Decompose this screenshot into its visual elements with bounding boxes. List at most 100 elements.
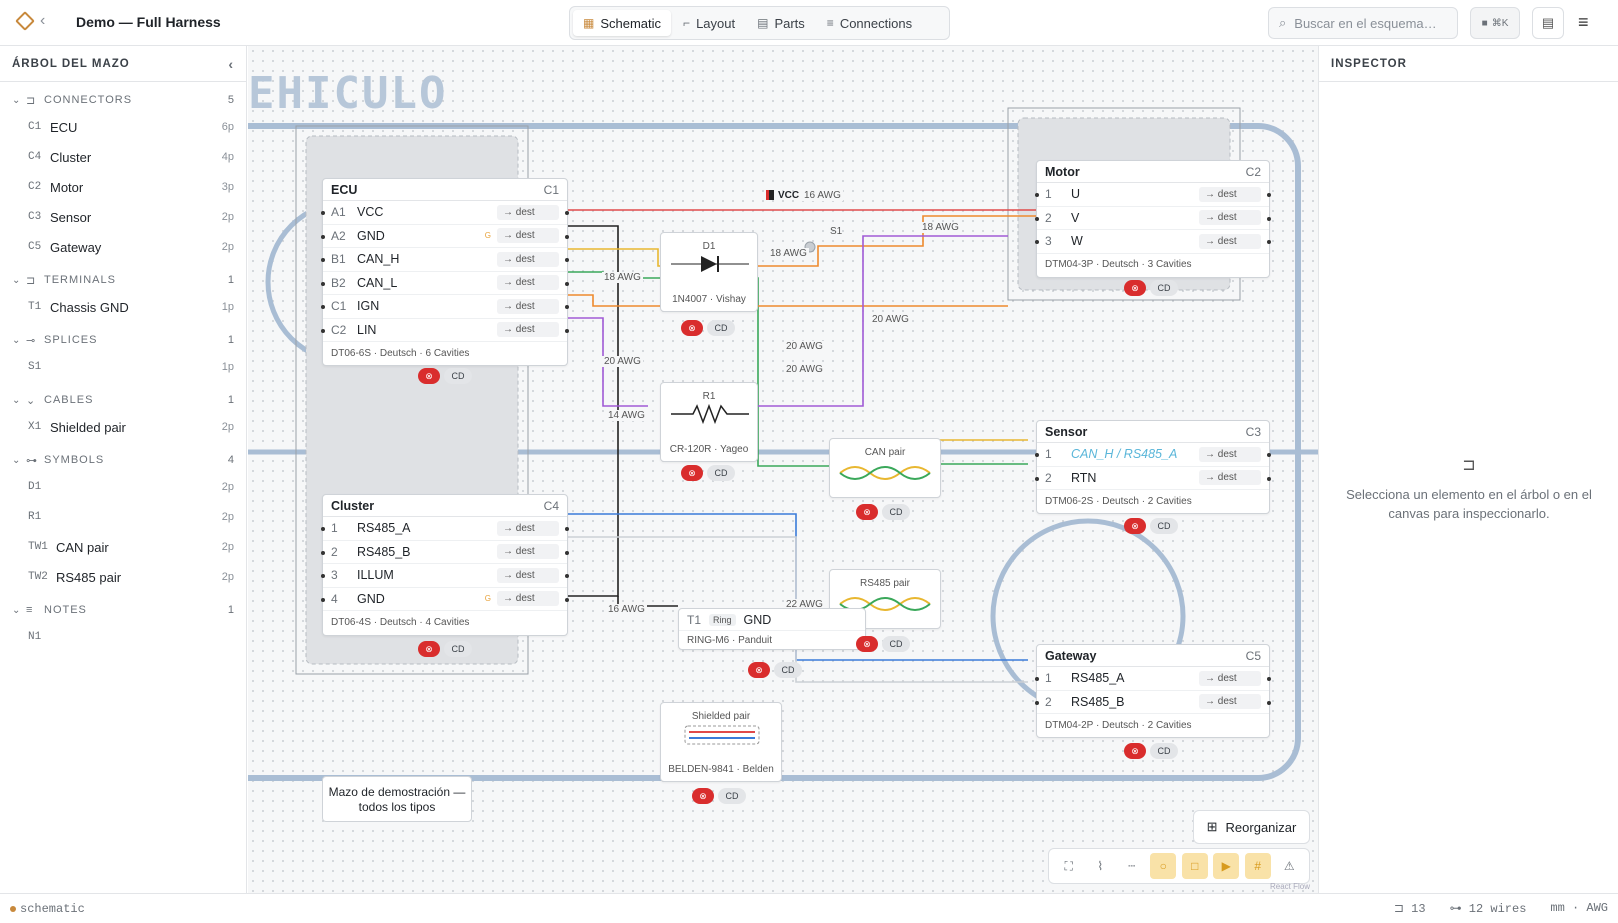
pin-handle[interactable] [1267,700,1271,705]
pin-handle[interactable] [1267,476,1271,481]
command-palette-button[interactable]: ■ ⌘K [1470,7,1520,39]
cd-badge[interactable]: CD [718,788,746,804]
tree-item-t1[interactable]: T1 Chassis GND 1p [0,292,246,322]
error-icon[interactable]: ⊗ [418,368,440,384]
pin-handle[interactable] [321,597,325,602]
dest-button[interactable]: → dest [1199,694,1261,710]
pin-row[interactable]: C1 IGN → dest [321,295,569,319]
pin-handle[interactable] [1035,700,1039,705]
chevron-down-icon[interactable]: ⌄ [12,605,26,616]
schematic-canvas[interactable]: EHICULO VCC S1 16 AWG 18 AWG 18 AWG 18 A… [248,46,1318,893]
note-n1[interactable]: Mazo de demostración — todos los tipos [322,776,472,822]
pin-handle[interactable] [1035,193,1039,197]
tree-section-cables[interactable]: ⌄ ⌄ CABLES 1 [0,388,246,412]
pin-handle[interactable] [321,574,325,578]
tab-connections[interactable]: ≡ Connections [817,10,922,36]
pin-handle[interactable] [321,328,325,333]
dest-button[interactable]: → dest [497,204,559,220]
tree-item-tw2[interactable]: TW2 RS485 pair 2p [0,562,246,592]
cable-shielded-pair[interactable]: Shielded pair BELDEN-9841 · Belden [660,702,782,782]
dest-button[interactable]: → dest [497,322,559,338]
dest-button[interactable]: → dest [1199,446,1261,462]
app-logo-icon[interactable] [15,11,35,31]
pin-handle[interactable] [565,305,569,309]
curve-icon[interactable]: ⌇ [1087,853,1113,879]
pin-handle[interactable] [1267,677,1271,681]
error-icon[interactable]: ⊗ [681,320,703,336]
back-chevron-icon[interactable]: ‹ [40,12,45,30]
dashed-line-icon[interactable]: ┄ [1119,853,1145,879]
resistor-r1[interactable]: R1 CR-120R · Yageo [660,382,758,462]
dest-button[interactable]: → dest [1199,470,1261,486]
wire-can-h[interactable] [568,248,670,267]
pin-row[interactable]: A2 GND G → dest [321,225,569,248]
pin-row[interactable]: 2 V → dest [1035,207,1271,230]
cd-badge[interactable]: CD [444,641,472,657]
pin-handle[interactable] [565,211,569,215]
pin-handle[interactable] [321,550,325,555]
tree-item-n1[interactable]: N1 [0,622,246,652]
chevron-down-icon[interactable]: ⌄ [12,395,26,406]
dest-button[interactable]: → dest [497,298,559,314]
cd-badge[interactable]: CD [1150,518,1178,534]
grid-toggle-icon[interactable]: # [1244,853,1271,879]
pin-handle[interactable] [565,597,569,602]
chevron-down-icon[interactable]: ⌄ [12,95,26,106]
error-icon[interactable]: ⊗ [856,504,878,520]
cd-badge[interactable]: CD [1150,743,1178,759]
dest-button[interactable]: → dest [497,567,559,583]
pin-handle[interactable] [1267,216,1271,221]
error-icon[interactable]: ⊗ [418,641,440,657]
connector-ecu[interactable]: ECU C1 A1 VCC → dest A2 GND G → dest B1 CAN_H → des… [321,178,569,366]
cd-badge[interactable]: CD [1150,280,1178,296]
pin-row[interactable]: 4 GND G → dest [321,588,569,611]
tab-layout[interactable]: ⌐ Layout [673,10,745,36]
dest-button[interactable]: → dest [497,228,559,244]
connector-sensor[interactable]: Sensor C3 1 CAN_H / RS485_A → dest 2 RTN → dest… [1035,420,1271,514]
run-icon[interactable]: ▶ [1213,853,1240,879]
error-icon[interactable]: ⊗ [681,465,703,481]
tree-item-tw1[interactable]: TW1 CAN pair 2p [0,532,246,562]
tree-item-x1[interactable]: X1 Shielded pair 2p [0,412,246,442]
pin-handle[interactable] [1267,193,1271,197]
pin-row[interactable]: 3 ILLUM → dest [321,564,569,588]
tree-section-terminals[interactable]: ⌄ ⊐ TERMINALS 1 [0,268,246,292]
pin-handle[interactable] [565,281,569,286]
dest-button[interactable]: → dest [497,275,559,291]
pin-row[interactable]: C2 LIN → dest [321,319,569,342]
connector-cluster[interactable]: Cluster C4 1 RS485_A → dest 2 RS485_B → dest 3 IL… [321,494,569,636]
pin-row[interactable]: 1 RS485_A → dest [1035,667,1271,691]
pin-handle[interactable] [565,527,569,531]
cd-badge[interactable]: CD [774,662,802,678]
pin-handle[interactable] [321,281,325,286]
reorganize-button[interactable]: ⊞ Reorganizar [1193,810,1310,844]
tab-schematic[interactable]: ▦ Schematic [573,10,672,36]
pin-row[interactable]: A1 VCC → dest [321,201,569,225]
chevron-down-icon[interactable]: ⌄ [12,275,26,286]
pin-row[interactable]: 2 RS485_B → dest [321,541,569,564]
label-mode-icon[interactable]: □ [1181,853,1208,879]
dest-button[interactable]: → dest [1199,210,1261,226]
connector-motor[interactable]: Motor C2 1 U → dest 2 V → dest 3 W → dest DTM04-3P … [1035,160,1271,278]
dest-button[interactable]: → dest [497,544,559,560]
tree-section-symbols[interactable]: ⌄ ⊶ SYMBOLS 4 [0,448,246,472]
pin-handle[interactable] [1035,240,1039,244]
pin-handle[interactable] [565,328,569,333]
tree-item-s1[interactable]: S1 1p [0,352,246,382]
error-icon[interactable]: ⊗ [1124,518,1146,534]
pin-handle[interactable] [1035,216,1039,221]
pin-handle[interactable] [565,550,569,555]
warning-icon[interactable]: ⚠ [1276,853,1302,879]
tree-item-c4[interactable]: C4 Cluster 4p [0,142,246,172]
pin-row[interactable]: B2 CAN_L → dest [321,272,569,295]
tree-item-c2[interactable]: C2 Motor 3p [0,172,246,202]
tree-section-splices[interactable]: ⌄ ⊸ SPLICES 1 [0,328,246,352]
pin-row[interactable]: 1 RS485_A → dest [321,517,569,541]
tree-section-notes[interactable]: ⌄ ≡ NOTES 1 [0,598,246,622]
pin-handle[interactable] [565,258,569,262]
cd-badge[interactable]: CD [707,465,735,481]
fit-view-icon[interactable]: ⛶ [1056,853,1082,879]
wire-mode-icon[interactable]: ○ [1150,853,1177,879]
collapse-sidebar-icon[interactable]: ‹ [228,56,234,72]
pin-handle[interactable] [1035,476,1039,481]
